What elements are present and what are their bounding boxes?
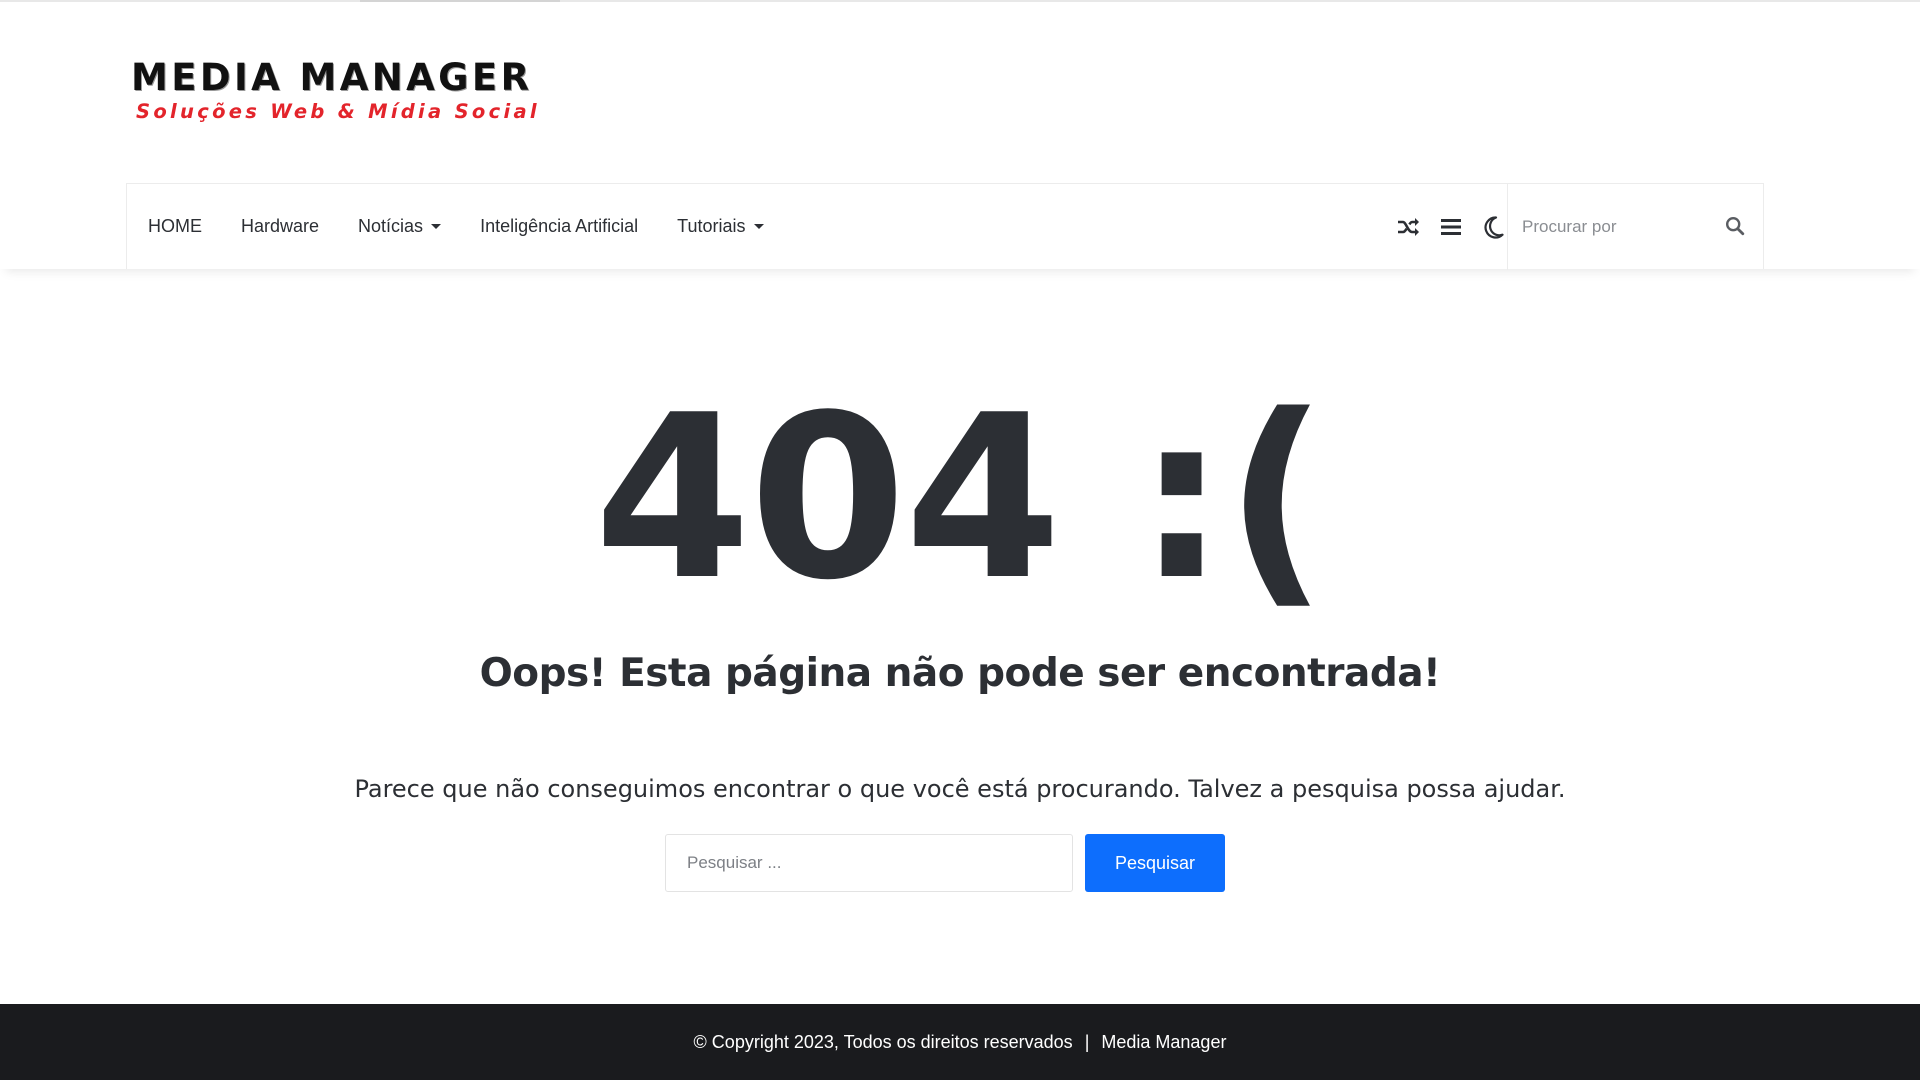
nav-item-label: HOME xyxy=(148,216,202,236)
logo-subtitle: Soluções Web & Mídia Social xyxy=(136,100,540,123)
nav-item-home[interactable]: HOME xyxy=(148,216,202,237)
nav-item-label: Hardware xyxy=(241,216,320,236)
random-shuffle-icon[interactable] xyxy=(1395,213,1423,241)
nav-item-label: Tutoriais xyxy=(677,216,746,236)
search-submit-button[interactable]: Pesquisar xyxy=(1085,834,1225,892)
nav-item-label: Notícias xyxy=(358,216,424,236)
dark-mode-moon-icon[interactable] xyxy=(1479,213,1507,241)
search-icon[interactable] xyxy=(1721,212,1749,240)
error-description: Parece que não conseguimos encontrar o q… xyxy=(354,775,1566,803)
nav-item-hardware[interactable]: Hardware xyxy=(241,216,319,237)
site-logo[interactable]: MEDIA MANAGER Soluções Web & Mídia Socia… xyxy=(131,58,540,126)
nav-item-tutoriais[interactable]: Tutoriais xyxy=(677,216,764,237)
main-content: 404 :( Oops! Esta página não pode ser en… xyxy=(0,269,1920,1004)
caret-down-icon xyxy=(753,224,764,229)
header-search xyxy=(1507,184,1763,270)
footer-site-link[interactable]: Media Manager xyxy=(1101,1032,1226,1053)
footer-separator: | xyxy=(1084,1031,1090,1052)
error-search-form: Pesquisar xyxy=(665,834,1225,892)
top-border xyxy=(0,0,1920,2)
nav-item-label: Inteligência Artificial xyxy=(480,216,639,236)
error-code: 404 :( xyxy=(593,367,1328,630)
caret-down-icon xyxy=(431,224,442,229)
site-footer: © Copyright 2023, Todos os direitos rese… xyxy=(0,1004,1920,1080)
nav-item-noticias[interactable]: Notícias xyxy=(358,216,442,237)
main-menu: HOME Hardware Notícias Inteligência Arti… xyxy=(127,184,803,269)
header-search-input[interactable] xyxy=(1522,207,1702,247)
logo-title: MEDIA MANAGER xyxy=(131,56,533,99)
error-search-input[interactable] xyxy=(665,834,1073,892)
menu-list-icon[interactable] xyxy=(1437,213,1465,241)
copyright-text: © Copyright 2023, Todos os direitos rese… xyxy=(693,1031,1073,1052)
nav-icon-group xyxy=(1381,184,1507,269)
nav-item-inteligencia-artificial[interactable]: Inteligência Artificial xyxy=(480,216,638,237)
main-navigation: HOME Hardware Notícias Inteligência Arti… xyxy=(126,183,1764,270)
error-heading: Oops! Esta página não pode ser encontrad… xyxy=(479,651,1441,696)
